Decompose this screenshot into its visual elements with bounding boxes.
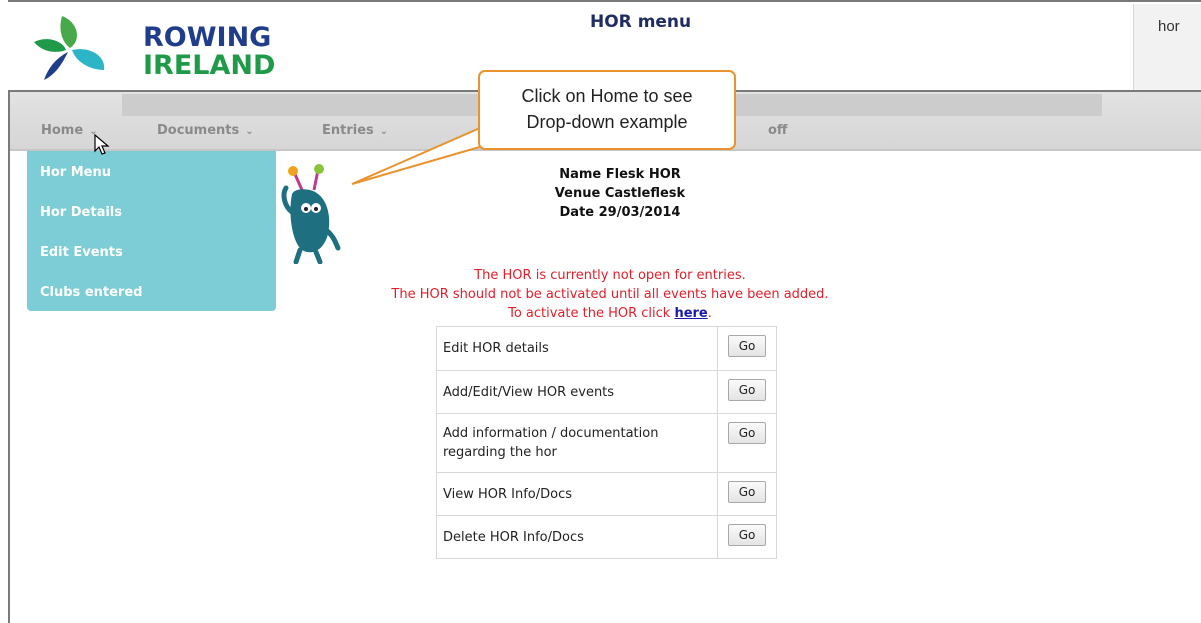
- go-button-add-info[interactable]: Go: [728, 422, 767, 444]
- hor-name: Name Flesk HOR: [559, 167, 681, 182]
- hor-venue: Venue Castleflesk: [554, 186, 686, 201]
- logo-wordmark: ROWING IRELAND: [143, 24, 275, 80]
- callout-annotation: Click on Home to see Drop-down example: [478, 70, 736, 150]
- go-button-delete-info[interactable]: Go: [728, 524, 767, 546]
- chevron-down-icon: ⌄: [245, 126, 254, 137]
- action-label: View HOR Info/Docs: [435, 472, 719, 516]
- monster-mascot-icon: [281, 164, 341, 264]
- activate-here-link[interactable]: here: [674, 306, 707, 321]
- nav-documents[interactable]: Documents ⌄: [157, 123, 254, 138]
- go-button-events[interactable]: Go: [728, 379, 767, 401]
- action-label: Add information / documentation regardin…: [435, 413, 719, 473]
- activate-prefix: To activate the HOR click: [508, 306, 675, 321]
- home-dropdown-menu: Hor Menu Hor Details Edit Events Clubs e…: [27, 151, 276, 311]
- mouse-pointer-icon: [94, 134, 110, 155]
- nav-home[interactable]: Home ⌄: [41, 123, 98, 138]
- table-row: Add information / documentation regardin…: [435, 413, 777, 473]
- nav-logoff-label: off: [768, 123, 788, 138]
- action-label: Add/Edit/View HOR events: [435, 370, 719, 414]
- hor-date: Date 29/03/2014: [559, 205, 681, 220]
- table-row: Delete HOR Info/Docs Go: [435, 515, 777, 559]
- status-line-3: To activate the HOR click here.: [300, 304, 920, 323]
- nav-home-label: Home: [41, 123, 84, 138]
- activate-suffix: .: [707, 306, 712, 321]
- status-message: The HOR is currently not open for entrie…: [300, 266, 920, 323]
- dropdown-item-edit-events[interactable]: Edit Events: [40, 245, 123, 260]
- dropdown-item-hor-menu[interactable]: Hor Menu: [40, 165, 111, 180]
- table-row: Edit HOR details Go: [435, 326, 777, 371]
- user-name[interactable]: hor: [1158, 18, 1180, 35]
- logo-line-ireland: IRELAND: [143, 50, 276, 81]
- status-line-2: The HOR should not be activated until al…: [391, 287, 829, 302]
- dropdown-item-hor-details[interactable]: Hor Details: [40, 205, 122, 220]
- go-button-edit-details[interactable]: Go: [728, 335, 767, 357]
- dropdown-item-clubs-entered[interactable]: Clubs entered: [40, 285, 142, 300]
- action-label: Delete HOR Info/Docs: [435, 515, 719, 559]
- action-label: Edit HOR details: [435, 326, 719, 371]
- go-button-view-info[interactable]: Go: [728, 481, 767, 503]
- table-row: View HOR Info/Docs Go: [435, 472, 777, 516]
- page-title: HOR menu: [590, 12, 692, 32]
- hor-actions-table: Edit HOR details Go Add/Edit/View HOR ev…: [435, 326, 777, 559]
- callout-line-1: Click on Home to see: [521, 86, 693, 106]
- status-line-1: The HOR is currently not open for entrie…: [474, 268, 746, 283]
- table-row: Add/Edit/View HOR events Go: [435, 370, 777, 414]
- callout-line-2: Drop-down example: [526, 112, 688, 132]
- nav-documents-label: Documents: [157, 123, 240, 138]
- nav-logoff[interactable]: off: [768, 123, 787, 138]
- user-panel: [1133, 4, 1201, 90]
- hor-info: Name Flesk HOR Venue Castleflesk Date 29…: [420, 165, 820, 222]
- logo-line-rowing: ROWING: [143, 22, 272, 53]
